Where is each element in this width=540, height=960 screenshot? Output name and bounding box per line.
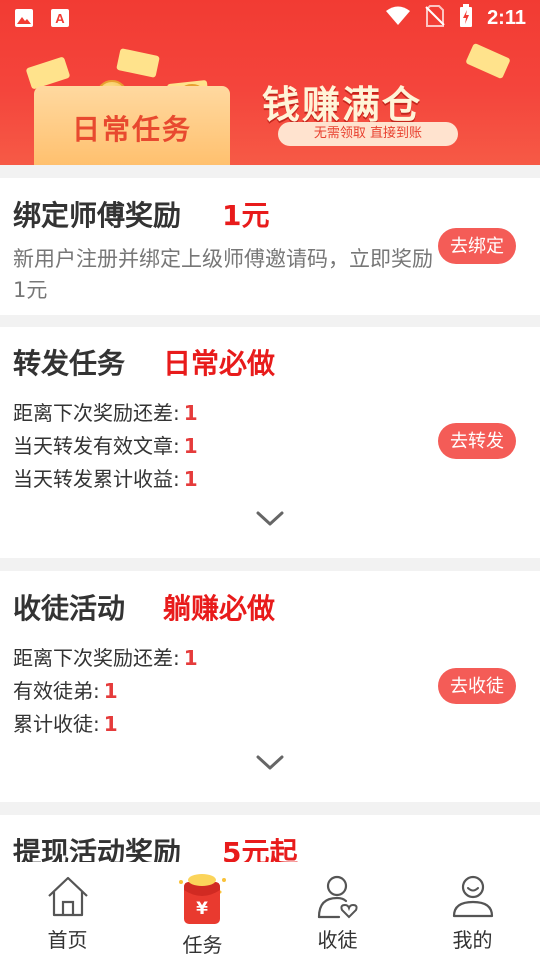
card-title: 转发任务 bbox=[13, 347, 126, 380]
share-button[interactable]: 去转发 bbox=[438, 423, 516, 459]
daily-task-box-title: 日常任务 bbox=[71, 113, 192, 146]
stat-label: 当天转发累计收益: bbox=[13, 467, 180, 491]
tab-home[interactable]: 首页 bbox=[0, 862, 135, 960]
card-reward-tag: 躺赚必做 bbox=[163, 592, 276, 625]
stat-value: 1 bbox=[183, 434, 198, 458]
app-a-icon: A bbox=[50, 8, 70, 32]
wifi-icon bbox=[385, 6, 411, 30]
banner-title: 钱赚满仓 bbox=[262, 83, 423, 127]
tab-mine[interactable]: 我的 bbox=[405, 862, 540, 960]
stat-label: 距离下次奖励还差: bbox=[13, 646, 180, 670]
user-heart-icon bbox=[317, 875, 358, 919]
stat-value: 1 bbox=[103, 679, 118, 703]
stat-row: 当天转发有效文章: 1 bbox=[13, 430, 198, 459]
card-reward-tag: 1元 bbox=[222, 199, 270, 232]
red-envelope-icon: ¥ bbox=[179, 874, 226, 924]
tab-recruit[interactable]: 收徒 bbox=[270, 862, 405, 960]
stat-row: 累计收徒: 1 bbox=[13, 708, 118, 737]
stat-value: 1 bbox=[103, 712, 118, 736]
banknote-decoration bbox=[465, 42, 511, 80]
card-title: 绑定师傅奖励 bbox=[13, 199, 182, 232]
svg-text:¥: ¥ bbox=[196, 899, 208, 919]
svg-text:A: A bbox=[55, 11, 65, 26]
share-task-card: 转发任务 日常必做 距离下次奖励还差: 1 当天转发有效文章: 1 当天转发累计收益… bbox=[0, 327, 540, 558]
stat-value: 1 bbox=[183, 646, 198, 670]
card-reward-tag: 日常必做 bbox=[163, 347, 276, 380]
status-bar: A 2:11 bbox=[0, 0, 540, 36]
bind-master-button[interactable]: 去绑定 bbox=[438, 228, 516, 264]
stat-label: 距离下次奖励还差: bbox=[13, 401, 180, 425]
daily-task-box: 日常任务 bbox=[34, 86, 230, 165]
tab-label: 首页 bbox=[47, 928, 88, 952]
recruit-card: 收徒活动 躺赚必做 距离下次奖励还差: 1 有效徒弟: 1 累计收徒: 1 去收徒 bbox=[0, 571, 540, 802]
bind-master-card: 绑定师傅奖励 1元 新用户注册并绑定上级师傅邀请码，立即奖励1元 去绑定 bbox=[0, 178, 540, 315]
banknote-decoration bbox=[25, 56, 71, 90]
top-banner[interactable]: A 2:11 日常任务 钱赚满仓 无需领取 直接到账 bbox=[0, 0, 540, 165]
card-title: 收徒活动 bbox=[13, 592, 126, 625]
no-sim-icon bbox=[425, 5, 445, 31]
tab-label: 收徒 bbox=[317, 928, 358, 952]
bottom-tab-bar: 首页 ¥ 任务 收徒 我的 bbox=[0, 862, 540, 960]
stat-label: 当天转发有效文章: bbox=[13, 434, 180, 458]
image-icon bbox=[14, 8, 34, 32]
stat-value: 1 bbox=[183, 467, 198, 491]
tab-tasks[interactable]: ¥ 任务 bbox=[135, 862, 270, 960]
profile-icon bbox=[452, 875, 494, 918]
stat-row: 当天转发累计收益: 1 bbox=[13, 463, 198, 492]
tab-label: 任务 bbox=[182, 933, 223, 957]
status-time: 2:11 bbox=[487, 6, 526, 29]
card-description: 新用户注册并绑定上级师傅邀请码，立即奖励1元 bbox=[13, 247, 433, 302]
chevron-down-icon[interactable] bbox=[255, 509, 285, 529]
stat-label: 有效徒弟: bbox=[13, 679, 100, 703]
tab-label: 我的 bbox=[452, 928, 493, 952]
stat-row: 距离下次奖励还差: 1 bbox=[13, 397, 198, 426]
chevron-down-icon[interactable] bbox=[255, 753, 285, 773]
recruit-button[interactable]: 去收徒 bbox=[438, 668, 516, 704]
stat-row: 距离下次奖励还差: 1 bbox=[13, 642, 198, 671]
banknote-decoration bbox=[116, 48, 160, 78]
battery-charging-icon bbox=[459, 4, 473, 32]
stat-value: 1 bbox=[183, 401, 198, 425]
banner-pill: 无需领取 直接到账 bbox=[278, 122, 458, 146]
stat-row: 有效徒弟: 1 bbox=[13, 675, 118, 704]
home-icon bbox=[48, 876, 88, 917]
stat-label: 累计收徒: bbox=[13, 712, 100, 736]
